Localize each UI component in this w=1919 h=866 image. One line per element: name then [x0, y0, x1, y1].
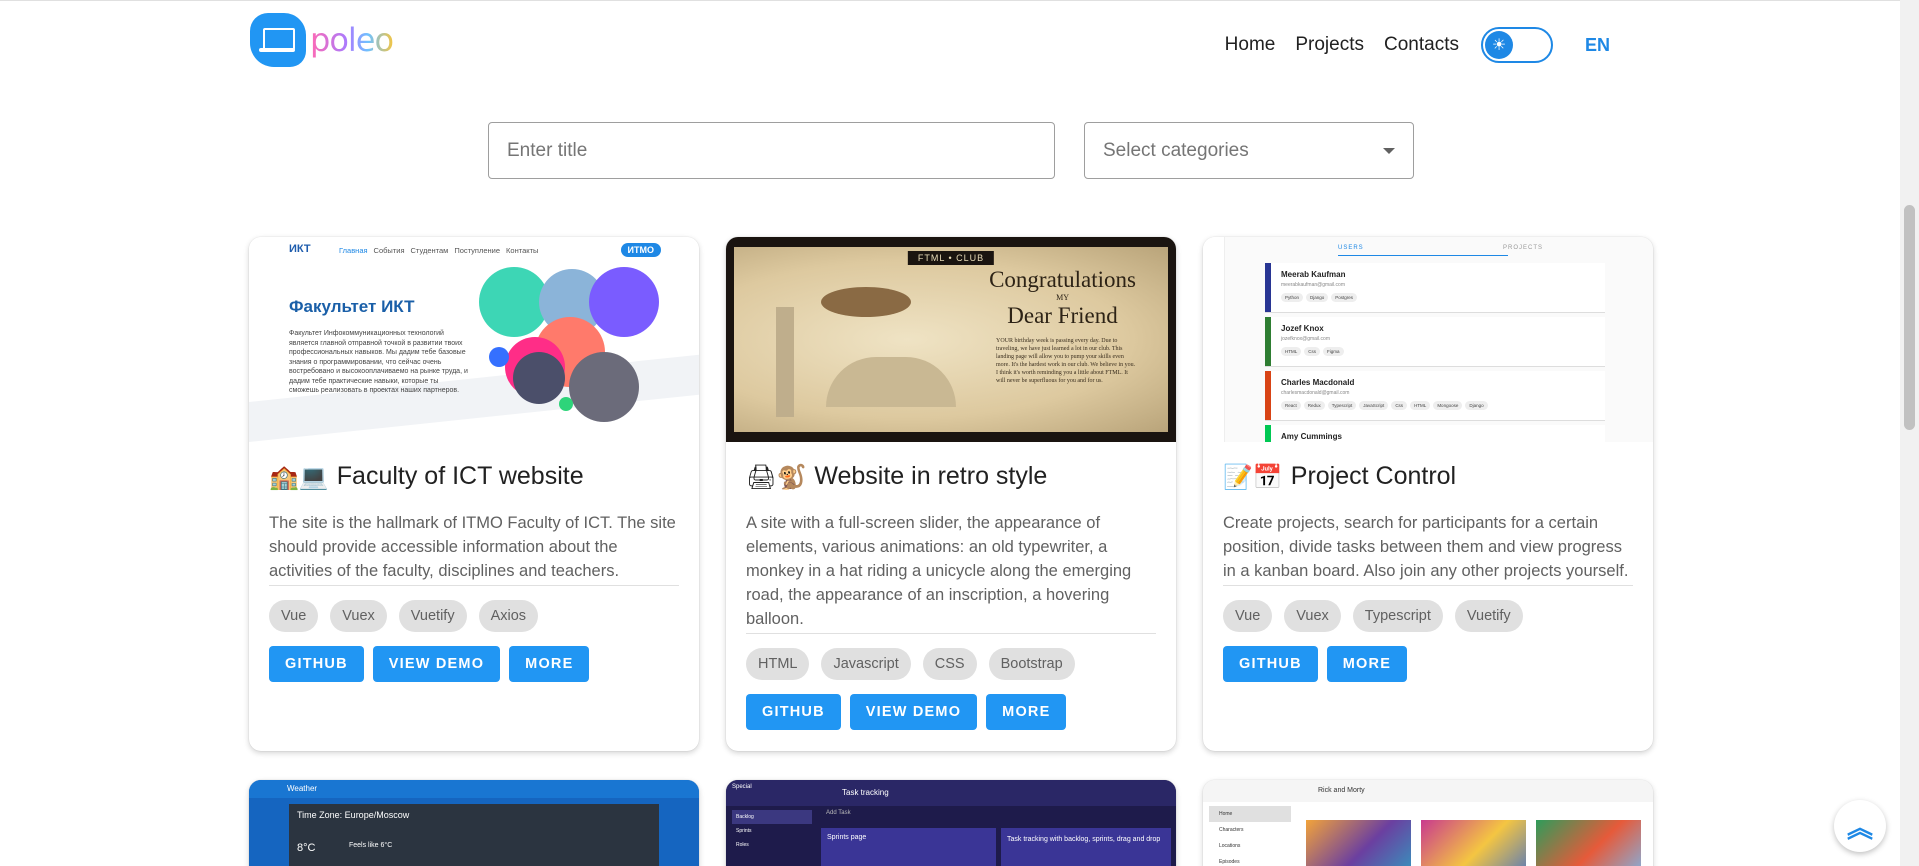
dropdown-arrow-icon: [1383, 147, 1395, 154]
card-actions: GITHUB VIEW DEMO MORE: [269, 646, 679, 682]
view-demo-button[interactable]: VIEW DEMO: [849, 694, 978, 730]
github-button[interactable]: GITHUB: [269, 646, 364, 682]
app-header: poleo Home Projects Contacts ☀ EN: [0, 0, 1900, 78]
project-card: FTML • CLUB Congratulations MY Dear Frie…: [726, 237, 1176, 751]
tag-chip[interactable]: HTML: [746, 648, 810, 680]
logo-text: poleo: [310, 21, 394, 59]
github-button[interactable]: GITHUB: [746, 694, 841, 730]
project-card-task-tracking[interactable]: Special Task tracking Backlog Sprints Ro…: [726, 780, 1176, 866]
project-card-weather[interactable]: Weather Time Zone: Europe/Moscow 8°C Fee…: [249, 780, 699, 866]
preview-text: YOUR birthday week is passing every day.…: [996, 338, 1136, 384]
categories-placeholder: Select categories: [1103, 139, 1249, 161]
printer-monkey-icon: 🖨🐒: [746, 462, 807, 491]
double-chevron-up-icon: ︽: [1846, 813, 1873, 844]
tech-tags: HTML Javascript CSS Bootstrap: [746, 648, 1156, 680]
preview-nav: Главная События Студентам Поступление Ко…: [339, 246, 539, 255]
project-card: USERS PROJECTS Meerab Kaufman meerabkauf…: [1203, 237, 1653, 751]
tag-chip[interactable]: Vuex: [1284, 600, 1341, 632]
card-actions: GITHUB MORE: [1223, 646, 1633, 682]
project-title: 🖨🐒 Website in retro style: [746, 462, 1048, 491]
project-description: A site with a full-screen slider, the ap…: [746, 511, 1156, 634]
main-nav: Home Projects Contacts ☀ EN: [1205, 27, 1610, 63]
project-preview-image: USERS PROJECTS Meerab Kaufman meerabkauf…: [1203, 237, 1653, 442]
preview-heading: Факультет ИКТ: [289, 297, 415, 316]
laptop-logo-icon: [250, 13, 306, 67]
project-preview-image: FTML • CLUB Congratulations MY Dear Frie…: [726, 237, 1176, 442]
project-card: ИКТ Главная События Студентам Поступлени…: [249, 237, 699, 751]
project-card-rick-and-morty[interactable]: Rick and Morty Home Characters Locations…: [1203, 780, 1653, 866]
logo[interactable]: poleo: [250, 13, 394, 67]
nav-home[interactable]: Home: [1225, 34, 1276, 56]
more-button[interactable]: MORE: [509, 646, 590, 682]
tag-chip[interactable]: Vuetify: [1454, 600, 1523, 632]
itmo-badge: ИТМО: [620, 243, 661, 257]
nav-projects[interactable]: Projects: [1295, 34, 1364, 56]
tech-tags: Vue Vuex Typescript Vuetify: [1223, 600, 1633, 632]
tag-chip[interactable]: Bootstrap: [988, 648, 1075, 680]
card-actions: GITHUB VIEW DEMO MORE: [746, 694, 1156, 730]
memo-calendar-icon: 📝📅: [1223, 462, 1283, 491]
nav-contacts[interactable]: Contacts: [1384, 34, 1459, 56]
tag-chip[interactable]: Vuex: [330, 600, 387, 632]
tech-tags: Vue Vuex Vuetify Axios: [269, 600, 679, 632]
title-search-input[interactable]: [488, 122, 1055, 179]
tag-chip[interactable]: CSS: [922, 648, 977, 680]
language-switch[interactable]: EN: [1585, 35, 1610, 56]
preview-greeting: Congratulations MY Dear Friend: [989, 267, 1136, 328]
more-button[interactable]: MORE: [1326, 646, 1408, 682]
tag-chip[interactable]: Axios: [478, 600, 539, 632]
school-laptop-icon: 🏫💻: [269, 462, 329, 491]
theme-toggle[interactable]: ☀: [1480, 27, 1553, 63]
preview-club-label: FTML • CLUB: [907, 251, 995, 265]
tag-chip[interactable]: Vuetify: [398, 600, 467, 632]
page-scrollbar[interactable]: [1900, 0, 1919, 866]
tag-chip[interactable]: Typescript: [1352, 600, 1443, 632]
github-button[interactable]: GITHUB: [1223, 646, 1318, 682]
categories-select[interactable]: Select categories: [1084, 122, 1414, 179]
sun-icon: ☀: [1484, 31, 1513, 59]
preview-appbar: Weather: [249, 780, 699, 798]
scroll-to-top-button[interactable]: ︽: [1834, 800, 1886, 852]
project-preview-image: ИКТ Главная События Студентам Поступлени…: [249, 237, 699, 442]
project-description: The site is the hallmark of ITMO Faculty…: [269, 511, 679, 586]
more-button[interactable]: MORE: [986, 694, 1067, 730]
ikt-logo: ИКТ: [289, 243, 311, 255]
preview-text: Факультет Инфокоммуникационных технологи…: [289, 330, 468, 394]
balloon-icon: [821, 287, 911, 317]
view-demo-button[interactable]: VIEW DEMO: [372, 646, 501, 682]
tag-chip[interactable]: Javascript: [821, 648, 911, 680]
tag-chip[interactable]: Vue: [269, 600, 319, 632]
scrollbar-thumb[interactable]: [1904, 205, 1915, 430]
project-description: Create projects, search for participants…: [1223, 511, 1633, 586]
project-title: 🏫💻 Faculty of ICT website: [269, 462, 584, 491]
project-title: 📝📅 Project Control: [1223, 462, 1457, 491]
tag-chip[interactable]: Vue: [1223, 600, 1273, 632]
